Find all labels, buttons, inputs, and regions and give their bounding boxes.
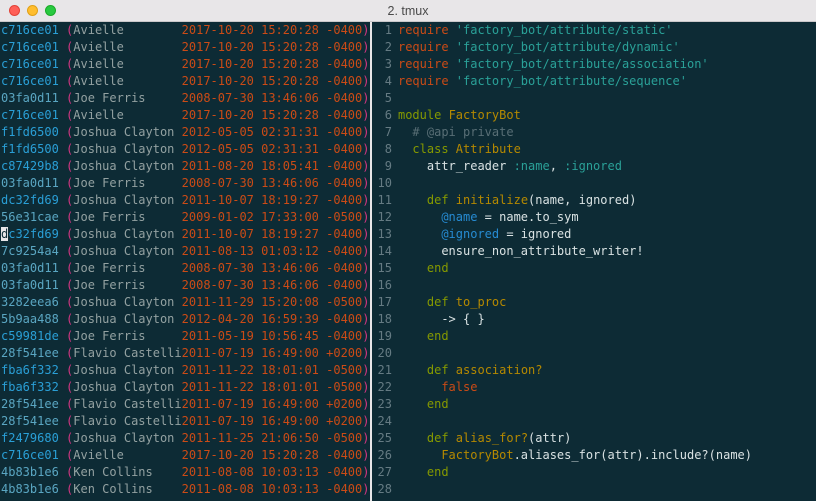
line-number: 6 [378, 107, 392, 124]
line-number: 13 [378, 226, 392, 243]
blame-row: fba6f332 (Joshua Clayton 2011-11-22 18:0… [1, 379, 370, 396]
line-number: 9 [378, 158, 392, 175]
line-number: 27 [378, 464, 392, 481]
line-number: 2 [378, 39, 392, 56]
line-number: 7 [378, 124, 392, 141]
code-line: def to_proc [398, 294, 816, 311]
git-blame-pane: c716ce01 (Avielle 2017-10-20 15:20:28 -0… [0, 22, 370, 501]
code-line: end [398, 396, 816, 413]
blame-row: 28f541ee (Flavio Castelli2011-07-19 16:4… [1, 396, 370, 413]
line-number: 5 [378, 90, 392, 107]
blame-row: c59981de (Joe Ferris 2011-05-19 10:56:45… [1, 328, 370, 345]
blame-row: c87429b8 (Joshua Clayton 2011-08-20 18:0… [1, 158, 370, 175]
window-title: 2. tmux [0, 4, 816, 18]
editor-pane: 1 2 3 4 5 6 7 8 910111213141516171819202… [372, 22, 816, 501]
line-number: 14 [378, 243, 392, 260]
blame-row: f1fd6500 (Joshua Clayton 2012-05-05 02:3… [1, 124, 370, 141]
code-line: end [398, 328, 816, 345]
line-number: 18 [378, 311, 392, 328]
code-line: -> { } [398, 311, 816, 328]
blame-row: f1fd6500 (Joshua Clayton 2012-05-05 02:3… [1, 141, 370, 158]
code-line: @name = name.to_sym [398, 209, 816, 226]
line-number: 19 [378, 328, 392, 345]
code-line: ensure_non_attribute_writer! [398, 243, 816, 260]
blame-row: 03fa0d11 (Joe Ferris 2008-07-30 13:46:06… [1, 90, 370, 107]
source-code[interactable]: require 'factory_bot/attribute/static're… [398, 22, 816, 501]
blame-row: 3282eea6 (Joshua Clayton 2011-11-29 15:2… [1, 294, 370, 311]
blame-row: 28f541ee (Flavio Castelli2011-07-19 16:4… [1, 345, 370, 362]
blame-row: 03fa0d11 (Joe Ferris 2008-07-30 13:46:06… [1, 175, 370, 192]
line-number: 16 [378, 277, 392, 294]
line-number: 25 [378, 430, 392, 447]
code-line: require 'factory_bot/attribute/dynamic' [398, 39, 816, 56]
code-line: require 'factory_bot/attribute/sequence' [398, 73, 816, 90]
line-number: 20 [378, 345, 392, 362]
line-number: 1 [378, 22, 392, 39]
blame-row: c716ce01 (Avielle 2017-10-20 15:20:28 -0… [1, 73, 370, 90]
blame-row: 5b9aa488 (Joshua Clayton 2012-04-20 16:5… [1, 311, 370, 328]
blame-row: 4b83b1e6 (Ken Collins 2011-08-08 10:03:1… [1, 464, 370, 481]
code-line [398, 90, 816, 107]
line-number: 4 [378, 73, 392, 90]
line-number: 21 [378, 362, 392, 379]
code-line [398, 345, 816, 362]
window-titlebar: 2. tmux [0, 0, 816, 22]
code-line: def initialize(name, ignored) [398, 192, 816, 209]
terminal[interactable]: c716ce01 (Avielle 2017-10-20 15:20:28 -0… [0, 22, 816, 501]
code-line [398, 175, 816, 192]
code-line: end [398, 260, 816, 277]
code-line [398, 413, 816, 430]
line-number: 23 [378, 396, 392, 413]
code-line: end [398, 464, 816, 481]
line-number-gutter: 1 2 3 4 5 6 7 8 910111213141516171819202… [372, 22, 398, 501]
line-number: 10 [378, 175, 392, 192]
code-line: # @api private [398, 124, 816, 141]
code-line: require 'factory_bot/attribute/associati… [398, 56, 816, 73]
blame-row: 03fa0d11 (Joe Ferris 2008-07-30 13:46:06… [1, 260, 370, 277]
code-line: FactoryBot.aliases_for(attr).include?(na… [398, 447, 816, 464]
code-line: attr_reader :name, :ignored [398, 158, 816, 175]
line-number: 12 [378, 209, 392, 226]
blame-row: c716ce01 (Avielle 2017-10-20 15:20:28 -0… [1, 447, 370, 464]
blame-row: c716ce01 (Avielle 2017-10-20 15:20:28 -0… [1, 56, 370, 73]
line-number: 26 [378, 447, 392, 464]
code-line [398, 277, 816, 294]
line-number: 8 [378, 141, 392, 158]
blame-row: dc32fd69 (Joshua Clayton 2011-10-07 18:1… [1, 226, 370, 243]
line-number: 17 [378, 294, 392, 311]
blame-row: 03fa0d11 (Joe Ferris 2008-07-30 13:46:06… [1, 277, 370, 294]
blame-row: 56e31cae (Joe Ferris 2009-01-02 17:33:00… [1, 209, 370, 226]
code-line: def association? [398, 362, 816, 379]
line-number: 3 [378, 56, 392, 73]
blame-row: 7c9254a4 (Joshua Clayton 2011-08-13 01:0… [1, 243, 370, 260]
code-line: module FactoryBot [398, 107, 816, 124]
code-line: false [398, 379, 816, 396]
blame-row: fba6f332 (Joshua Clayton 2011-11-22 18:0… [1, 362, 370, 379]
blame-row: c716ce01 (Avielle 2017-10-20 15:20:28 -0… [1, 39, 370, 56]
line-number: 15 [378, 260, 392, 277]
line-number: 11 [378, 192, 392, 209]
line-number: 22 [378, 379, 392, 396]
line-number: 28 [378, 481, 392, 498]
blame-row: f2479680 (Joshua Clayton 2011-11-25 21:0… [1, 430, 370, 447]
code-line [398, 481, 816, 498]
line-number: 24 [378, 413, 392, 430]
code-line: require 'factory_bot/attribute/static' [398, 22, 816, 39]
blame-row: 28f541ee (Flavio Castelli2011-07-19 16:4… [1, 413, 370, 430]
blame-row: c716ce01 (Avielle 2017-10-20 15:20:28 -0… [1, 107, 370, 124]
blame-row: c716ce01 (Avielle 2017-10-20 15:20:28 -0… [1, 22, 370, 39]
code-line: class Attribute [398, 141, 816, 158]
blame-row: dc32fd69 (Joshua Clayton 2011-10-07 18:1… [1, 192, 370, 209]
blame-row: 4b83b1e6 (Ken Collins 2011-08-08 10:03:1… [1, 481, 370, 498]
code-line: @ignored = ignored [398, 226, 816, 243]
code-line: def alias_for?(attr) [398, 430, 816, 447]
